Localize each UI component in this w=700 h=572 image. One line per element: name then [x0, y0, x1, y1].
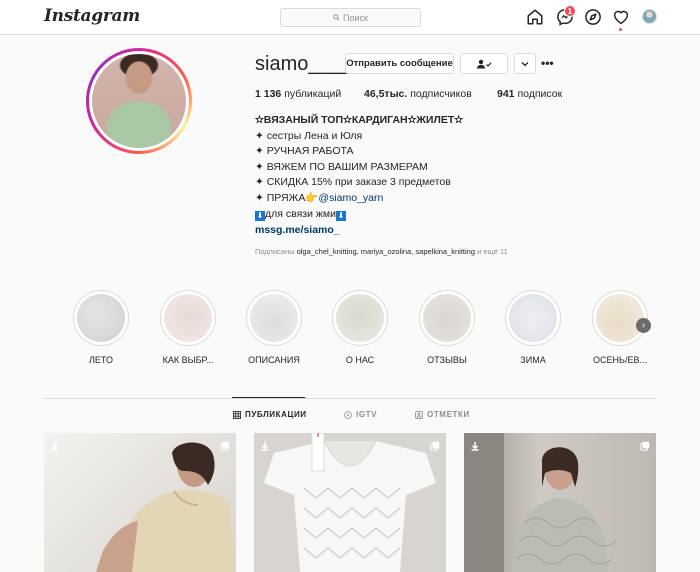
post-photo-white-knit-top — [264, 433, 436, 572]
following-stat[interactable]: 941 подписок — [497, 88, 562, 100]
mention-link[interactable]: @siamo_yarn — [318, 192, 383, 204]
home-icon[interactable] — [526, 8, 544, 26]
bio-line: ✦ ПРЯЖА👉@siamo_yarn — [255, 191, 384, 204]
profile-avatar[interactable] — [642, 9, 657, 24]
download-icon[interactable] — [260, 438, 270, 451]
download-icon[interactable] — [50, 438, 60, 451]
profile-username: siamo____ — [255, 53, 353, 75]
search-input[interactable]: Поиск — [280, 8, 421, 27]
post-photo-woman-beige-top — [96, 442, 236, 572]
tab-tagged[interactable]: ОТМЕТКИ — [415, 410, 470, 419]
bio-line: ⬇ для связи жми ⬇ — [255, 207, 346, 221]
highlight-cover — [250, 294, 298, 342]
posts-stat: 1 136 публикаций — [255, 88, 342, 100]
down-arrow-icon: ⬇ — [335, 210, 346, 221]
highlight-item[interactable]: КАК ВЫБР... — [148, 290, 228, 365]
post-thumbnail[interactable] — [44, 433, 236, 572]
carousel-icon — [430, 438, 440, 451]
post-thumbnail[interactable] — [464, 433, 656, 572]
bio-line: ✦ РУЧНАЯ РАБОТА — [255, 145, 354, 158]
carousel-icon — [640, 438, 650, 451]
explore-icon[interactable] — [584, 8, 602, 26]
options-button[interactable]: ••• — [541, 56, 554, 70]
search-icon — [333, 14, 340, 21]
bio-line: ✦ СКИДКА 15% при заказе 3 предметов — [255, 176, 451, 189]
person-check-icon — [477, 59, 492, 68]
highlight-cover — [423, 294, 471, 342]
chevron-down-icon — [521, 61, 529, 66]
suggested-accounts-button[interactable] — [514, 53, 536, 74]
highlight-cover — [77, 294, 125, 342]
bio-line: ✫ВЯЗАНЫЙ ТОП✫КАРДИГАН✫ЖИЛЕТ✫ — [255, 114, 464, 126]
profile-photo — [92, 54, 186, 148]
search-placeholder: Поиск — [343, 12, 368, 23]
post-photo-woman-grey-lace-top — [464, 433, 617, 572]
highlight-label: ОСЕНЬ/ЕВ... — [593, 355, 647, 365]
highlight-item[interactable]: ЗИМА — [493, 290, 573, 365]
profile-website-link[interactable]: mssg.me/siamo_ — [255, 224, 340, 236]
active-tab-indicator — [232, 397, 305, 398]
bio-line: ✦ сестры Лена и Юля — [255, 129, 363, 142]
highlight-item[interactable]: ОПИСАНИЯ — [234, 290, 314, 365]
followers-stat[interactable]: 46,5тыс. подписчиков — [364, 88, 472, 100]
heart-icon[interactable] — [612, 8, 630, 26]
tab-igtv[interactable]: IGTV — [344, 410, 377, 419]
highlight-label: ОТЗЫВЫ — [427, 355, 467, 365]
profile-avatar-story-ring[interactable] — [86, 48, 192, 154]
tabs-divider — [44, 398, 656, 399]
highlight-label: О НАС — [345, 355, 375, 365]
activity-dot — [619, 28, 622, 31]
followed-by[interactable]: Подписаны olga_chel_knitting, mariya_ozo… — [255, 247, 508, 256]
carousel-icon — [220, 438, 230, 451]
notification-badge: 1 — [564, 5, 576, 17]
profile-bio: ✫ВЯЗАНЫЙ ТОП✫КАРДИГАН✫ЖИЛЕТ✫ ✦ сестры Ле… — [255, 113, 585, 222]
send-message-button[interactable]: Отправить сообщение — [345, 53, 454, 74]
highlight-cover — [164, 294, 212, 342]
highlight-item[interactable]: О НАС — [320, 290, 400, 365]
chevron-right-icon[interactable]: › — [636, 318, 651, 333]
tag-icon — [415, 410, 423, 419]
post-thumbnail[interactable] — [254, 433, 446, 572]
tab-posts[interactable]: ПУБЛИКАЦИИ — [233, 410, 307, 419]
highlight-item[interactable]: ОТЗЫВЫ — [407, 290, 487, 365]
highlight-label: ЗИМА — [520, 355, 546, 365]
pointing-hand-emoji: 👉 — [305, 191, 319, 204]
highlight-label: ЛЕТО — [88, 355, 113, 365]
grid-icon — [233, 410, 241, 419]
highlight-cover — [596, 294, 644, 342]
download-icon[interactable] — [470, 438, 480, 451]
highlight-cover — [509, 294, 557, 342]
highlight-label: КАК ВЫБР... — [162, 355, 214, 365]
bio-line: ✦ ВЯЖЕМ ПО ВАШИМ РАЗМЕРАМ — [255, 160, 428, 173]
highlight-item[interactable]: ЛЕТО — [61, 290, 141, 365]
highlight-cover — [336, 294, 384, 342]
instagram-logo[interactable]: Instagram — [44, 6, 140, 26]
down-arrow-icon: ⬇ — [255, 210, 265, 221]
top-navigation-bar: Instagram Поиск 1 — [0, 0, 700, 35]
highlight-label: ОПИСАНИЯ — [248, 355, 300, 365]
igtv-icon — [344, 410, 352, 419]
following-button[interactable] — [460, 53, 508, 74]
